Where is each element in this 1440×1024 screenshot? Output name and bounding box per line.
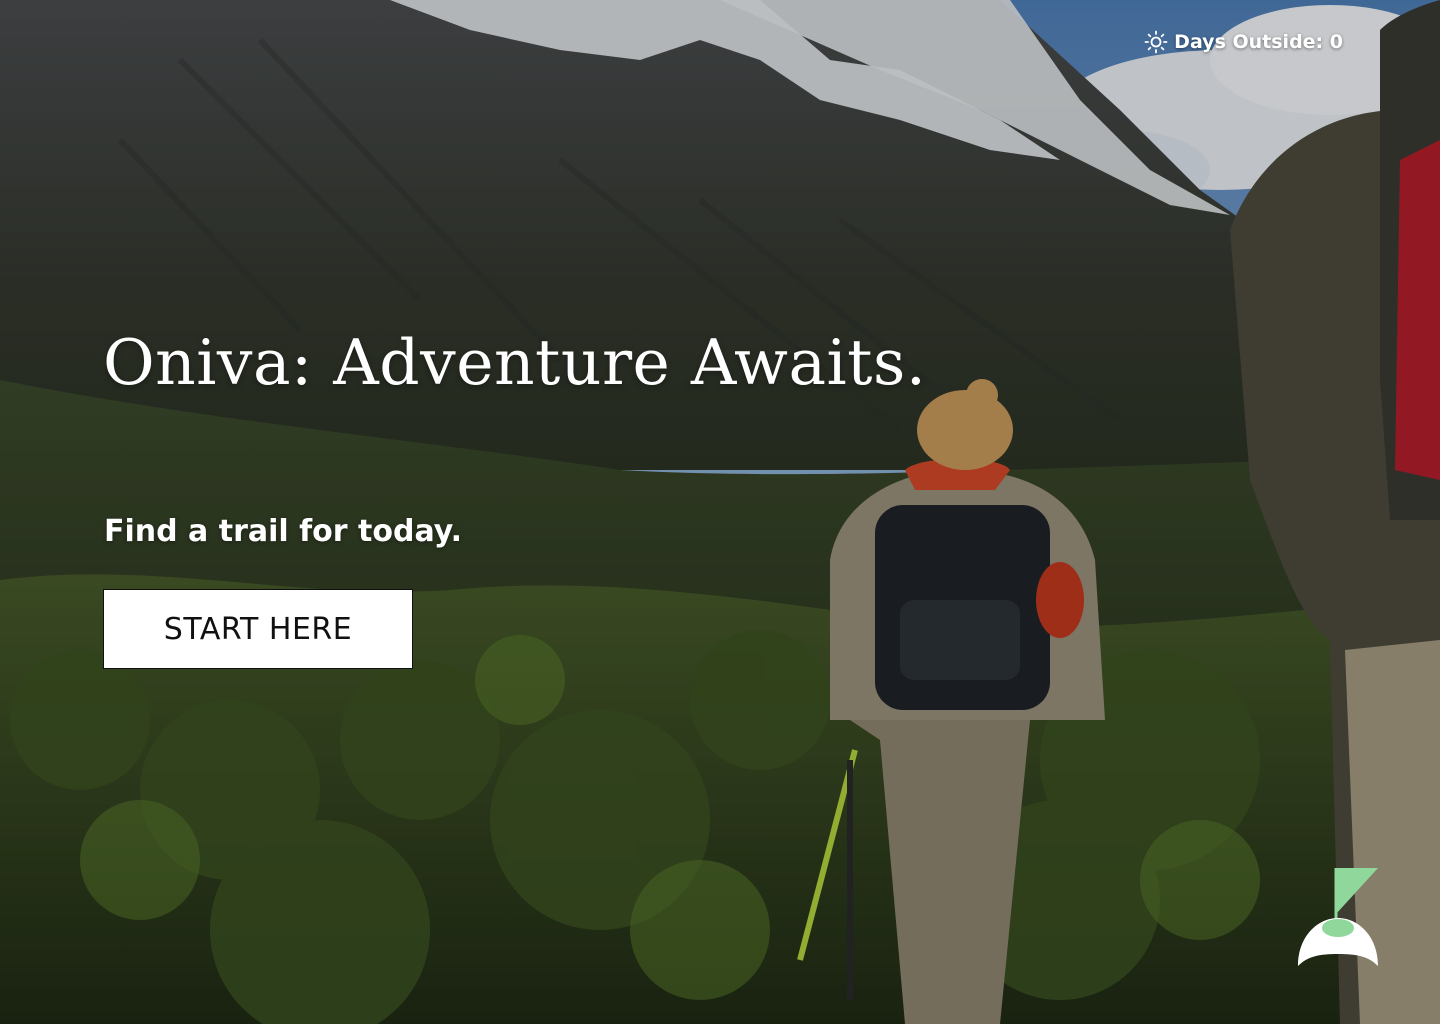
flag-on-hill-logo[interactable] [1296, 866, 1380, 970]
hero-background [0, 0, 1440, 1024]
start-here-button[interactable]: START HERE [103, 589, 413, 669]
days-outside-counter: Days Outside: 0 [1144, 30, 1343, 54]
sun-icon [1144, 30, 1168, 54]
hero-title: Oniva: Adventure Awaits. [103, 326, 927, 399]
days-outside-label: Days Outside: 0 [1174, 31, 1343, 53]
hero-subtitle: Find a trail for today. [104, 514, 462, 549]
hero-overlay [0, 0, 1440, 1024]
